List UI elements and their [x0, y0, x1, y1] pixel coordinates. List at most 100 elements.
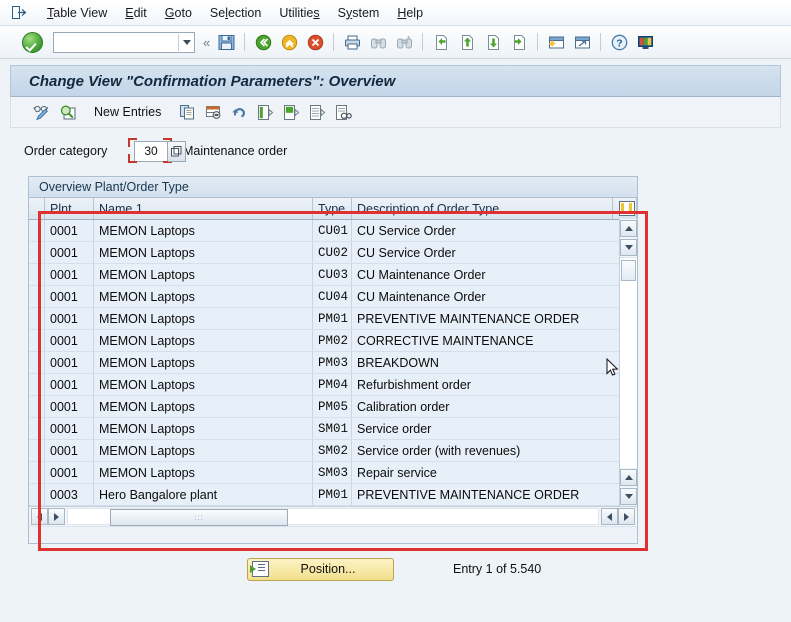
- cell-description[interactable]: Service order (with revenues): [351, 439, 637, 462]
- scroll-page-up-button[interactable]: [620, 469, 637, 486]
- back-button[interactable]: [250, 29, 276, 55]
- cell-name1[interactable]: MEMON Laptops: [93, 373, 313, 396]
- row-selector[interactable]: [29, 395, 45, 418]
- exit-icon[interactable]: [8, 4, 30, 22]
- row-selector[interactable]: [29, 285, 45, 308]
- cell-type[interactable]: PM01: [312, 307, 352, 330]
- horizontal-scrollbar[interactable]: :::: [29, 506, 637, 526]
- order-category-field[interactable]: [128, 137, 172, 163]
- cell-description[interactable]: CU Service Order: [351, 241, 637, 264]
- cell-name1[interactable]: MEMON Laptops: [93, 395, 313, 418]
- table-row[interactable]: 0001 MEMON Laptops CU01 CU Service Order: [29, 219, 637, 242]
- chevron-down-icon[interactable]: [178, 33, 194, 51]
- vertical-scrollbar[interactable]: [619, 219, 637, 506]
- table-row[interactable]: 0001 MEMON Laptops PM03 BREAKDOWN: [29, 351, 637, 374]
- cell-plnt[interactable]: 0001: [44, 219, 94, 242]
- find-button[interactable]: [365, 29, 391, 55]
- table-row[interactable]: 0003 Hero Bangalore plant PM01 PREVENTIVE M…: [29, 483, 637, 506]
- cell-type[interactable]: PM04: [312, 373, 352, 396]
- column-header-type[interactable]: Type: [312, 198, 352, 220]
- row-selector[interactable]: [29, 351, 45, 374]
- command-input[interactable]: [54, 34, 178, 50]
- table-row[interactable]: 0001 MEMON Laptops CU02 CU Service Order: [29, 241, 637, 264]
- table-row[interactable]: 0001 MEMON Laptops PM04 Refurbishment order: [29, 373, 637, 396]
- cell-plnt[interactable]: 0003: [44, 483, 94, 506]
- monitor-layout-icon[interactable]: [632, 29, 658, 55]
- cell-plnt[interactable]: 0001: [44, 373, 94, 396]
- horizontal-scroll-track[interactable]: :::: [67, 508, 599, 526]
- row-selector[interactable]: [29, 373, 45, 396]
- green-check-enter-icon[interactable]: [22, 31, 43, 53]
- column-header-description[interactable]: Description of Order Type: [351, 198, 613, 220]
- scroll-left-end-button[interactable]: [601, 508, 618, 525]
- cell-plnt[interactable]: 0001: [44, 241, 94, 264]
- cell-plnt[interactable]: 0001: [44, 417, 94, 440]
- cell-plnt[interactable]: 0001: [44, 329, 94, 352]
- search-document-icon[interactable]: [330, 99, 356, 125]
- scroll-down-button[interactable]: [620, 239, 637, 256]
- cell-plnt[interactable]: 0001: [44, 351, 94, 374]
- glasses-pencil-display-change-icon[interactable]: [29, 99, 55, 125]
- cell-type[interactable]: PM05: [312, 395, 352, 418]
- row-selector[interactable]: [29, 461, 45, 484]
- table-row[interactable]: 0001 MEMON Laptops PM02 CORRECTIVE MAINTENA…: [29, 329, 637, 352]
- cell-description[interactable]: PREVENTIVE MAINTENANCE ORDER: [351, 483, 637, 506]
- first-page-button[interactable]: [428, 29, 454, 55]
- last-page-button[interactable]: [506, 29, 532, 55]
- row-selector[interactable]: [29, 329, 45, 352]
- cell-name1[interactable]: MEMON Laptops: [93, 461, 313, 484]
- new-entries-button[interactable]: New Entries: [84, 101, 171, 123]
- copy-document-icon[interactable]: [174, 99, 200, 125]
- menu-edit[interactable]: Edit: [116, 4, 156, 22]
- table-row[interactable]: 0001 MEMON Laptops SM01 Service order: [29, 417, 637, 440]
- column-configuration-icon[interactable]: [612, 198, 637, 220]
- print-button[interactable]: [339, 29, 365, 55]
- cell-plnt[interactable]: 0001: [44, 285, 94, 308]
- table-row[interactable]: 0001 MEMON Laptops CU04 CU Maintenance Orde…: [29, 285, 637, 308]
- position-button[interactable]: Position...: [247, 557, 394, 581]
- vertical-scroll-track[interactable]: [620, 257, 637, 468]
- cell-name1[interactable]: MEMON Laptops: [93, 439, 313, 462]
- column-header-name1[interactable]: Name 1: [93, 198, 313, 220]
- value-help-lookup-icon[interactable]: [168, 140, 186, 162]
- cell-description[interactable]: CU Service Order: [351, 219, 637, 242]
- menu-table-view[interactable]: TTable Viewable View: [38, 4, 116, 22]
- cell-type[interactable]: CU01: [312, 219, 352, 242]
- row-selector[interactable]: [29, 439, 45, 462]
- undo-arrow-icon[interactable]: [226, 99, 252, 125]
- row-selector[interactable]: [29, 241, 45, 264]
- next-page-button[interactable]: [480, 29, 506, 55]
- table-row[interactable]: 0001 MEMON Laptops CU03 CU Maintenance Orde…: [29, 263, 637, 286]
- cell-name1[interactable]: MEMON Laptops: [93, 351, 313, 374]
- deselect-all-icon[interactable]: [304, 99, 330, 125]
- cell-name1[interactable]: MEMON Laptops: [93, 219, 313, 242]
- row-selector[interactable]: [29, 417, 45, 440]
- table-row[interactable]: 0001 MEMON Laptops SM03 Repair service: [29, 461, 637, 484]
- row-selector[interactable]: [29, 307, 45, 330]
- table-row[interactable]: 0001 MEMON Laptops PM01 PREVENTIVE MAINTENA…: [29, 307, 637, 330]
- double-chevron-left-icon[interactable]: «: [203, 35, 210, 50]
- delete-row-icon[interactable]: [200, 99, 226, 125]
- scroll-left-button[interactable]: [31, 508, 48, 525]
- cell-type[interactable]: CU03: [312, 263, 352, 286]
- cell-type[interactable]: PM03: [312, 351, 352, 374]
- cell-description[interactable]: Calibration order: [351, 395, 637, 418]
- cell-name1[interactable]: MEMON Laptops: [93, 263, 313, 286]
- row-selector[interactable]: [29, 263, 45, 286]
- cell-description[interactable]: Service order: [351, 417, 637, 440]
- menu-utilities[interactable]: Utilities: [270, 4, 328, 22]
- cell-type[interactable]: SM02: [312, 439, 352, 462]
- cell-name1[interactable]: Hero Bangalore plant: [93, 483, 313, 506]
- cell-name1[interactable]: MEMON Laptops: [93, 307, 313, 330]
- save-button[interactable]: [213, 29, 239, 55]
- cancel-button[interactable]: [302, 29, 328, 55]
- cell-name1[interactable]: MEMON Laptops: [93, 417, 313, 440]
- cell-name1[interactable]: MEMON Laptops: [93, 285, 313, 308]
- previous-page-button[interactable]: [454, 29, 480, 55]
- cell-description[interactable]: CORRECTIVE MAINTENANCE: [351, 329, 637, 352]
- column-header-plnt[interactable]: Plnt: [44, 198, 94, 220]
- order-category-input[interactable]: [136, 142, 166, 160]
- row-select-header[interactable]: [29, 198, 45, 220]
- cell-description[interactable]: BREAKDOWN: [351, 351, 637, 374]
- cell-type[interactable]: SM03: [312, 461, 352, 484]
